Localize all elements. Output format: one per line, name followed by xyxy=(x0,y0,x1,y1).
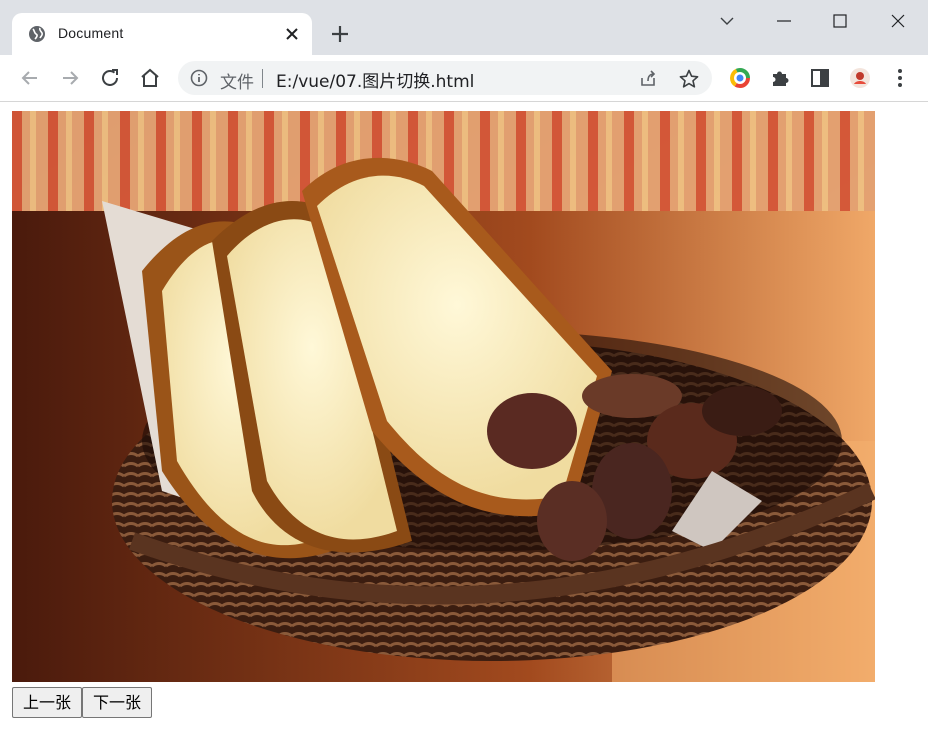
bread-basket-image xyxy=(12,111,875,682)
tab-strip: Document xyxy=(0,0,928,55)
close-window-icon[interactable] xyxy=(884,8,912,34)
bookmark-star-icon[interactable] xyxy=(678,68,700,90)
omnibox-url[interactable]: E:/vue/07.图片切换.html xyxy=(276,67,474,92)
toolbar: 文件 E:/vue/07.图片切换.html xyxy=(0,55,928,102)
omnibox-separator xyxy=(262,69,263,88)
extensions-puzzle-icon[interactable] xyxy=(768,66,792,90)
omnibox-scheme-label: 文件 xyxy=(220,73,254,93)
page-content: 上一张 下一张 xyxy=(0,102,928,744)
info-icon[interactable] xyxy=(190,69,208,87)
reload-icon[interactable] xyxy=(98,66,122,90)
forward-icon[interactable] xyxy=(58,66,82,90)
maximize-icon[interactable] xyxy=(826,8,854,34)
globe-icon xyxy=(29,26,45,42)
previous-image-button[interactable]: 上一张 xyxy=(12,687,82,718)
close-tab-icon[interactable] xyxy=(282,24,302,44)
home-icon[interactable] xyxy=(138,66,162,90)
side-panel-icon[interactable] xyxy=(808,66,832,90)
tab-title: Document xyxy=(58,25,124,41)
share-icon[interactable] xyxy=(638,69,658,89)
back-icon[interactable] xyxy=(18,66,42,90)
extension-ring-icon[interactable] xyxy=(728,66,752,90)
new-tab-icon[interactable] xyxy=(328,22,352,46)
menu-kebab-icon[interactable] xyxy=(888,66,912,90)
tab-document[interactable]: Document xyxy=(12,13,312,55)
next-image-button[interactable]: 下一张 xyxy=(82,687,152,718)
profile-avatar-icon[interactable] xyxy=(848,66,872,90)
minimize-icon[interactable] xyxy=(770,8,798,34)
browser-chrome: Document 文件 E:/vue/07.图片切换.html xyxy=(0,0,928,102)
address-bar[interactable]: 文件 E:/vue/07.图片切换.html xyxy=(178,61,712,95)
tab-search-icon[interactable] xyxy=(713,8,741,34)
